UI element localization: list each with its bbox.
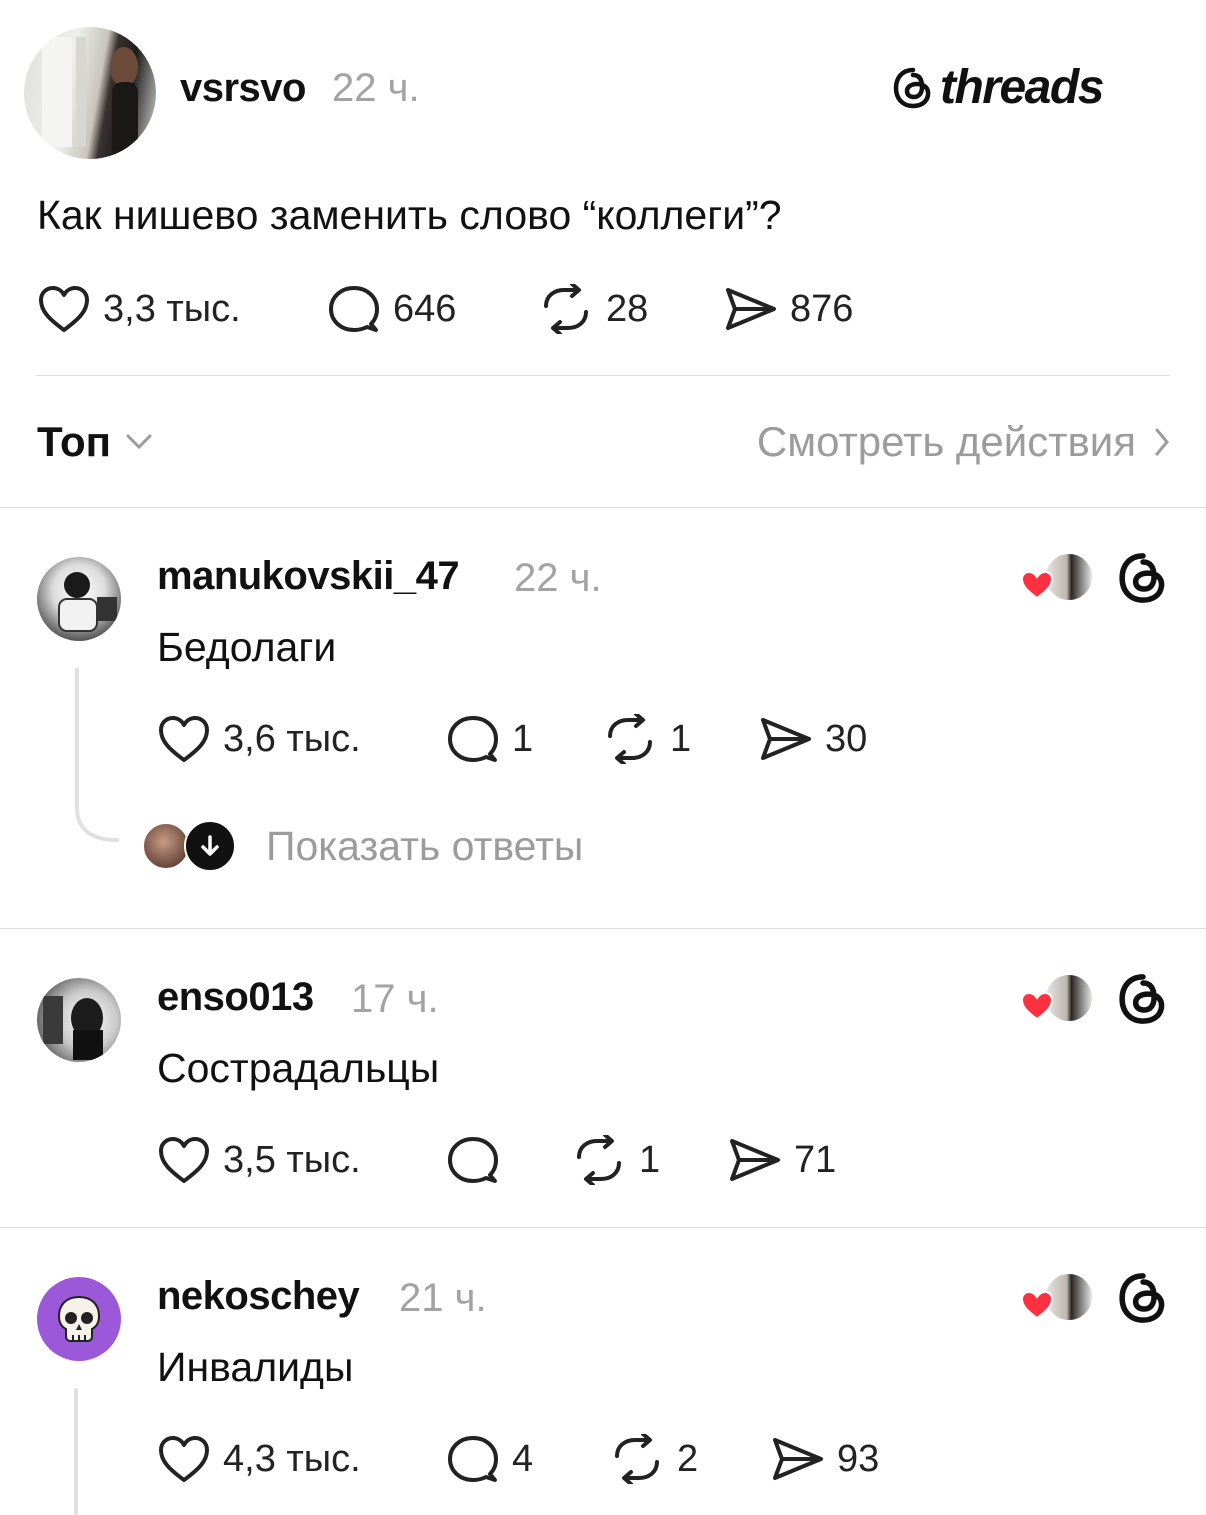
- view-activity-label: Смотреть действия: [756, 418, 1136, 465]
- share-button[interactable]: 93: [771, 1434, 879, 1484]
- like-count: 3,5 тыс.: [223, 1138, 361, 1181]
- comment-icon: [448, 716, 498, 762]
- share-count: 876: [790, 287, 854, 330]
- comment-button[interactable]: 4: [446, 1434, 533, 1484]
- comment-button[interactable]: 1: [446, 714, 533, 764]
- share-count: 93: [837, 1437, 880, 1480]
- comment-icon: [448, 1436, 498, 1482]
- comment-avatar[interactable]: [37, 557, 121, 641]
- comment-username[interactable]: manukovskii_47: [157, 554, 460, 599]
- comment-text: Инвалиды: [157, 1344, 354, 1390]
- share-icon: [773, 1438, 823, 1480]
- share-icon: [730, 1139, 780, 1181]
- repost-count: 1: [639, 1138, 661, 1181]
- heart-icon: [159, 1137, 209, 1183]
- skull-icon: [57, 1295, 101, 1342]
- divider: [0, 1227, 1206, 1228]
- repost-icon: [577, 1135, 621, 1185]
- repost-icon: [608, 714, 652, 764]
- comment-username[interactable]: enso013: [157, 975, 314, 1020]
- like-button[interactable]: 3,5 тыс.: [157, 1135, 361, 1185]
- threads-logo-icon: [1119, 974, 1165, 1024]
- heart-icon: [1020, 570, 1054, 600]
- like-button[interactable]: 4,3 тыс.: [157, 1434, 361, 1484]
- heart-icon: [39, 286, 89, 332]
- like-count: 4,3 тыс.: [223, 1437, 361, 1480]
- show-replies-label: Показать ответы: [266, 822, 584, 869]
- comment-count: 4: [512, 1437, 534, 1480]
- divider: [36, 375, 1170, 376]
- sort-dropdown[interactable]: Топ: [37, 418, 153, 466]
- comment-icon: [329, 286, 379, 332]
- threads-brand: threads: [892, 60, 1104, 115]
- repost-button[interactable]: 1: [602, 714, 691, 764]
- like-count: 3,6 тыс.: [223, 717, 361, 760]
- thread-line: [75, 668, 119, 842]
- share-count: 71: [794, 1138, 837, 1181]
- comment-time: 22 ч.: [514, 556, 602, 600]
- share-icon: [726, 288, 776, 330]
- comment-button[interactable]: 646: [327, 284, 456, 334]
- share-count: 30: [825, 717, 868, 760]
- threads-logo-icon: [1119, 1273, 1165, 1323]
- author-avatar[interactable]: [24, 27, 156, 159]
- heart-icon: [159, 1436, 209, 1482]
- arrow-down-icon: [201, 835, 219, 856]
- comment-avatar[interactable]: [37, 978, 121, 1062]
- repost-count: 28: [606, 287, 649, 330]
- comment-time: 21 ч.: [399, 1276, 487, 1320]
- repost-count: 2: [677, 1437, 699, 1480]
- comment-count: 1: [512, 717, 534, 760]
- repost-button[interactable]: 28: [538, 284, 648, 334]
- like-button[interactable]: 3,3 тыс.: [37, 284, 241, 334]
- repost-icon: [615, 1434, 659, 1484]
- chevron-down-icon: [126, 434, 152, 450]
- author-username[interactable]: vsrsvo: [180, 66, 306, 111]
- repost-button[interactable]: 1: [571, 1135, 660, 1185]
- heart-icon: [1020, 1290, 1054, 1320]
- author-liked-indicator: [1020, 552, 1094, 602]
- threads-logo-icon: [893, 67, 931, 108]
- comment-text: Бедолаги: [157, 624, 337, 670]
- reply-expand: [184, 820, 236, 872]
- comment-count: 646: [393, 287, 457, 330]
- author-liked-indicator: [1020, 973, 1094, 1023]
- repost-icon: [544, 284, 588, 334]
- comment-button[interactable]: [446, 1135, 512, 1185]
- reply-avatar: [142, 822, 190, 870]
- comment-avatar[interactable]: [37, 1277, 121, 1361]
- like-button[interactable]: 3,6 тыс.: [157, 714, 361, 764]
- sort-label: Топ: [37, 418, 112, 465]
- comment-text: Сострадальцы: [157, 1045, 440, 1091]
- heart-icon: [1020, 991, 1054, 1021]
- view-activity-link[interactable]: Смотреть действия: [757, 418, 1170, 466]
- post-time: 22 ч.: [332, 66, 420, 110]
- like-count: 3,3 тыс.: [103, 287, 241, 330]
- show-replies-button[interactable]: Показать ответы: [142, 820, 583, 872]
- threads-logo-icon: [1119, 553, 1165, 603]
- comment-username[interactable]: nekoschey: [157, 1274, 360, 1319]
- divider: [0, 928, 1206, 929]
- post-text: Как нишево заменить слово “коллеги”?: [37, 192, 782, 238]
- thread-line: [74, 1388, 78, 1515]
- share-icon: [761, 718, 811, 760]
- repost-button[interactable]: 2: [609, 1434, 698, 1484]
- chevron-right-icon: [1155, 428, 1169, 456]
- threads-wordmark: threads: [940, 61, 1104, 114]
- comment-time: 17 ч.: [351, 977, 439, 1021]
- share-button[interactable]: 876: [724, 284, 853, 334]
- divider: [0, 507, 1206, 508]
- heart-icon: [159, 716, 209, 762]
- repost-count: 1: [670, 717, 692, 760]
- share-button[interactable]: 71: [728, 1135, 836, 1185]
- comment-icon: [448, 1137, 498, 1183]
- author-liked-indicator: [1020, 1272, 1094, 1322]
- share-button[interactable]: 30: [759, 714, 867, 764]
